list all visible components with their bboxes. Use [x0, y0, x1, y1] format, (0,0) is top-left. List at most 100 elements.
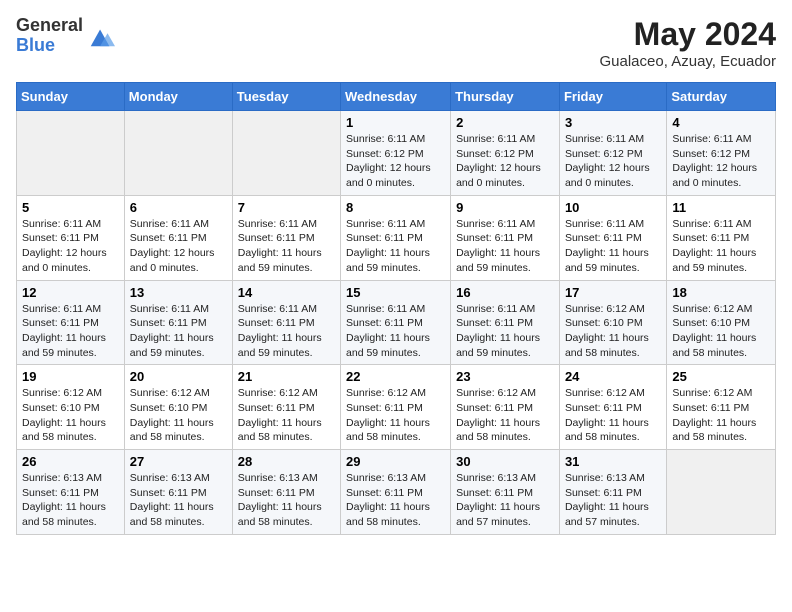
day-cell: 12 Sunrise: 6:11 AMSunset: 6:11 PMDayligh… — [17, 280, 125, 365]
day-cell: 8 Sunrise: 6:11 AMSunset: 6:11 PMDaylight… — [341, 195, 451, 280]
day-cell: 18 Sunrise: 6:12 AMSunset: 6:10 PMDayligh… — [667, 280, 776, 365]
day-number: 9 — [456, 200, 554, 215]
day-info: Sunrise: 6:11 AMSunset: 6:11 PMDaylight:… — [346, 302, 445, 361]
day-info: Sunrise: 6:13 AMSunset: 6:11 PMDaylight:… — [22, 471, 119, 530]
col-header-friday: Friday — [559, 83, 666, 111]
day-cell: 16 Sunrise: 6:11 AMSunset: 6:11 PMDayligh… — [451, 280, 560, 365]
calendar-header: SundayMondayTuesdayWednesdayThursdayFrid… — [17, 83, 776, 111]
day-number: 25 — [672, 369, 770, 384]
day-number: 22 — [346, 369, 445, 384]
day-number: 30 — [456, 454, 554, 469]
day-info: Sunrise: 6:11 AMSunset: 6:11 PMDaylight:… — [130, 302, 227, 361]
day-info: Sunrise: 6:12 AMSunset: 6:11 PMDaylight:… — [346, 386, 445, 445]
day-cell: 21 Sunrise: 6:12 AMSunset: 6:11 PMDayligh… — [232, 365, 340, 450]
day-cell: 6Sunrise: 6:11 AMSunset: 6:11 PMDaylight… — [124, 195, 232, 280]
day-info: Sunrise: 6:12 AMSunset: 6:10 PMDaylight:… — [130, 386, 227, 445]
day-number: 5 — [22, 200, 119, 215]
day-number: 3 — [565, 115, 661, 130]
day-info: Sunrise: 6:11 AMSunset: 6:11 PMDaylight:… — [22, 302, 119, 361]
day-info: Sunrise: 6:11 AMSunset: 6:12 PMDaylight:… — [565, 132, 661, 191]
day-info: Sunrise: 6:11 AMSunset: 6:11 PMDaylight:… — [565, 217, 661, 276]
day-number: 28 — [238, 454, 335, 469]
day-info: Sunrise: 6:13 AMSunset: 6:11 PMDaylight:… — [130, 471, 227, 530]
day-info: Sunrise: 6:12 AMSunset: 6:11 PMDaylight:… — [456, 386, 554, 445]
day-info: Sunrise: 6:12 AMSunset: 6:10 PMDaylight:… — [672, 302, 770, 361]
day-cell: 15 Sunrise: 6:11 AMSunset: 6:11 PMDayligh… — [341, 280, 451, 365]
day-info: Sunrise: 6:12 AMSunset: 6:11 PMDaylight:… — [238, 386, 335, 445]
day-number: 13 — [130, 285, 227, 300]
day-info: Sunrise: 6:11 AMSunset: 6:11 PMDaylight:… — [672, 217, 770, 276]
col-header-tuesday: Tuesday — [232, 83, 340, 111]
day-number: 4 — [672, 115, 770, 130]
day-number: 15 — [346, 285, 445, 300]
logo-icon — [87, 22, 115, 50]
day-number: 17 — [565, 285, 661, 300]
day-cell: 31 Sunrise: 6:13 AMSunset: 6:11 PMDayligh… — [559, 450, 666, 535]
days-of-week-row: SundayMondayTuesdayWednesdayThursdayFrid… — [17, 83, 776, 111]
day-number: 10 — [565, 200, 661, 215]
day-number: 7 — [238, 200, 335, 215]
day-info: Sunrise: 6:11 AMSunset: 6:11 PMDaylight:… — [456, 217, 554, 276]
day-info: Sunrise: 6:13 AMSunset: 6:11 PMDaylight:… — [238, 471, 335, 530]
day-info: Sunrise: 6:11 AMSunset: 6:11 PMDaylight:… — [346, 217, 445, 276]
logo-general: General — [16, 16, 83, 36]
day-cell: 13 Sunrise: 6:11 AMSunset: 6:11 PMDayligh… — [124, 280, 232, 365]
page-header: General Blue May 2024 Gualaceo, Azuay, E… — [16, 16, 776, 70]
col-header-saturday: Saturday — [667, 83, 776, 111]
day-cell: 24Sunrise: 6:12 AMSunset: 6:11 PMDayligh… — [559, 365, 666, 450]
day-info: Sunrise: 6:12 AMSunset: 6:11 PMDaylight:… — [672, 386, 770, 445]
day-cell — [124, 111, 232, 196]
day-info: Sunrise: 6:13 AMSunset: 6:11 PMDaylight:… — [456, 471, 554, 530]
day-number: 24 — [565, 369, 661, 384]
day-cell: 23Sunrise: 6:12 AMSunset: 6:11 PMDayligh… — [451, 365, 560, 450]
day-info: Sunrise: 6:11 AMSunset: 6:11 PMDaylight:… — [238, 217, 335, 276]
day-number: 29 — [346, 454, 445, 469]
day-info: Sunrise: 6:11 AMSunset: 6:11 PMDaylight:… — [456, 302, 554, 361]
day-cell: 5 Sunrise: 6:11 AMSunset: 6:11 PMDaylight… — [17, 195, 125, 280]
day-cell — [17, 111, 125, 196]
day-number: 8 — [346, 200, 445, 215]
day-number: 18 — [672, 285, 770, 300]
day-number: 11 — [672, 200, 770, 215]
day-number: 31 — [565, 454, 661, 469]
day-cell: 11 Sunrise: 6:11 AMSunset: 6:11 PMDayligh… — [667, 195, 776, 280]
day-cell: 29 Sunrise: 6:13 AMSunset: 6:11 PMDayligh… — [341, 450, 451, 535]
day-info: Sunrise: 6:13 AMSunset: 6:11 PMDaylight:… — [346, 471, 445, 530]
col-header-thursday: Thursday — [451, 83, 560, 111]
day-cell: 20Sunrise: 6:12 AMSunset: 6:10 PMDayligh… — [124, 365, 232, 450]
day-info: Sunrise: 6:11 AMSunset: 6:11 PMDaylight:… — [22, 217, 119, 276]
day-info: Sunrise: 6:11 AMSunset: 6:11 PMDaylight:… — [130, 217, 227, 276]
day-info: Sunrise: 6:12 AMSunset: 6:10 PMDaylight:… — [22, 386, 119, 445]
col-header-wednesday: Wednesday — [341, 83, 451, 111]
day-number: 12 — [22, 285, 119, 300]
day-cell: 22 Sunrise: 6:12 AMSunset: 6:11 PMDayligh… — [341, 365, 451, 450]
day-info: Sunrise: 6:12 AMSunset: 6:10 PMDaylight:… — [565, 302, 661, 361]
day-cell: 2 Sunrise: 6:11 AMSunset: 6:12 PMDaylight… — [451, 111, 560, 196]
week-row-3: 12 Sunrise: 6:11 AMSunset: 6:11 PMDayligh… — [17, 280, 776, 365]
calendar-table: SundayMondayTuesdayWednesdayThursdayFrid… — [16, 82, 776, 535]
day-info: Sunrise: 6:13 AMSunset: 6:11 PMDaylight:… — [565, 471, 661, 530]
calendar-body: 1Sunrise: 6:11 AMSunset: 6:12 PMDaylight… — [17, 111, 776, 535]
day-cell: 10 Sunrise: 6:11 AMSunset: 6:11 PMDayligh… — [559, 195, 666, 280]
day-number: 2 — [456, 115, 554, 130]
week-row-4: 19Sunrise: 6:12 AMSunset: 6:10 PMDayligh… — [17, 365, 776, 450]
day-cell — [667, 450, 776, 535]
day-number: 16 — [456, 285, 554, 300]
day-number: 27 — [130, 454, 227, 469]
title-block: May 2024 Gualaceo, Azuay, Ecuador — [600, 16, 777, 70]
day-number: 26 — [22, 454, 119, 469]
day-info: Sunrise: 6:11 AMSunset: 6:12 PMDaylight:… — [672, 132, 770, 191]
week-row-1: 1Sunrise: 6:11 AMSunset: 6:12 PMDaylight… — [17, 111, 776, 196]
day-cell: 1Sunrise: 6:11 AMSunset: 6:12 PMDaylight… — [341, 111, 451, 196]
week-row-5: 26 Sunrise: 6:13 AMSunset: 6:11 PMDayligh… — [17, 450, 776, 535]
month-year: May 2024 — [600, 16, 777, 53]
day-cell: 9 Sunrise: 6:11 AMSunset: 6:11 PMDaylight… — [451, 195, 560, 280]
day-cell: 28 Sunrise: 6:13 AMSunset: 6:11 PMDayligh… — [232, 450, 340, 535]
logo: General Blue — [16, 16, 115, 56]
day-cell — [232, 111, 340, 196]
day-info: Sunrise: 6:11 AMSunset: 6:12 PMDaylight:… — [456, 132, 554, 191]
day-number: 21 — [238, 369, 335, 384]
logo-blue: Blue — [16, 36, 83, 56]
day-cell: 30 Sunrise: 6:13 AMSunset: 6:11 PMDayligh… — [451, 450, 560, 535]
day-info: Sunrise: 6:11 AMSunset: 6:12 PMDaylight:… — [346, 132, 445, 191]
